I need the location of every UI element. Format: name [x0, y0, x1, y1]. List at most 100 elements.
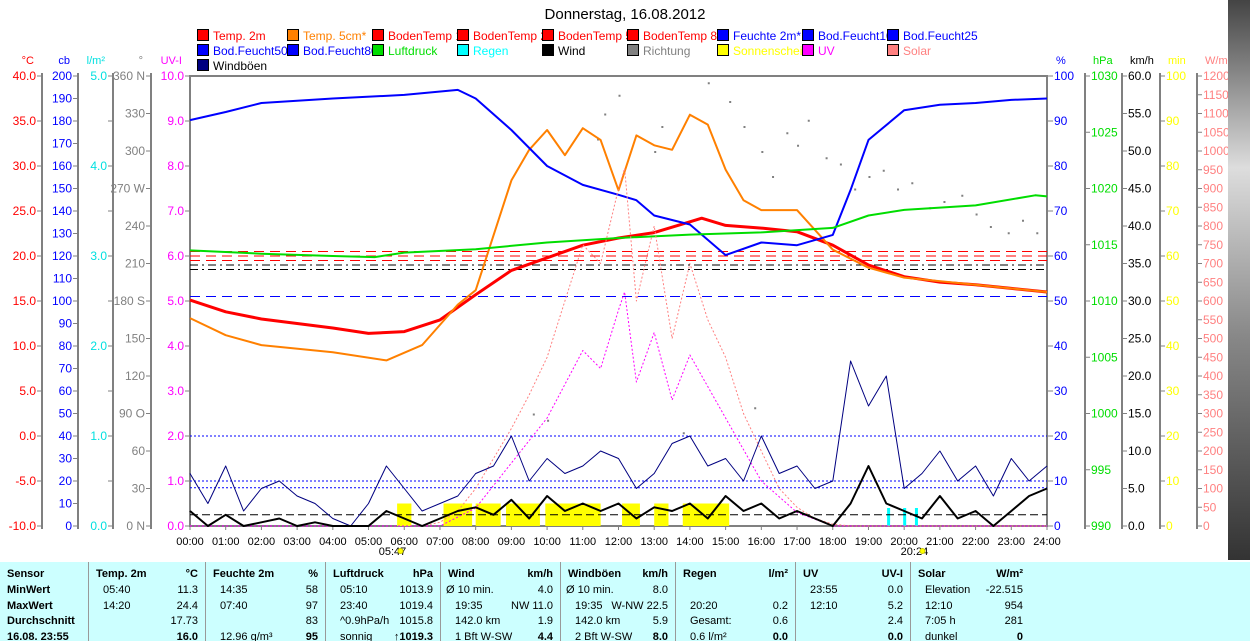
axis-tick-label: 360 N	[113, 69, 145, 83]
legend-item[interactable]: Sonnenschein	[717, 44, 809, 58]
direction-point	[654, 151, 657, 153]
table-cell: 16.0	[176, 630, 198, 641]
x-tick-label: 04:00	[319, 536, 347, 548]
axis-tick-label: 10.0	[1128, 444, 1152, 458]
legend-item[interactable]: BodenTemp 80	[627, 29, 724, 43]
table-cell: Elevation	[925, 584, 971, 596]
legend-swatch-icon	[802, 29, 814, 41]
axis-tick-label: 1.0	[167, 474, 184, 488]
summary-table: Sensor MinWert MaxWert Durchschnitt 16.08. 2…	[0, 562, 1250, 641]
legend-item[interactable]: Bod.Feucht10	[802, 29, 893, 43]
axis-tick-label: 1005	[1091, 350, 1118, 364]
axis-tick-label: 60	[1166, 249, 1180, 263]
axis-tick-label: 120	[52, 249, 72, 263]
axis-tick-label: 3.0	[167, 384, 184, 398]
axis-tick-label: 1200	[1203, 69, 1230, 83]
table-cell: 0.0	[887, 584, 903, 596]
legend-item[interactable]: UV	[802, 44, 835, 58]
axis-tick-label: 240	[125, 219, 145, 233]
axis-tick-label: 70	[59, 362, 73, 376]
table-cell: Luftdruck	[333, 568, 384, 580]
axis-tick-label: 60.0	[1128, 69, 1152, 83]
legend-item[interactable]: Temp. 2m	[197, 29, 266, 43]
legend-swatch-icon	[197, 59, 209, 71]
direction-point	[743, 126, 746, 128]
table-cell: 19:35	[455, 599, 483, 612]
legend-item[interactable]: Temp. 5cm*	[287, 29, 366, 43]
legend-item[interactable]: Windböen	[197, 59, 267, 73]
axis-tick-label: 600	[1203, 294, 1223, 308]
legend-item[interactable]: Bod.Feucht25	[887, 29, 978, 43]
table-cell: Ø 10 min.	[566, 584, 614, 596]
legend-item[interactable]: Luftdruck	[372, 44, 437, 58]
axis-tick-label: 90	[59, 317, 73, 331]
x-tick-label: 14:00	[676, 536, 704, 548]
legend-item[interactable]: Feuchte 2m*	[717, 29, 801, 43]
x-tick-label: 24:00	[1033, 536, 1061, 548]
legend-item[interactable]: Richtung	[627, 44, 690, 58]
table-cell: 05:40	[103, 584, 131, 596]
axis-tick-label: 0.0	[19, 429, 36, 443]
table-cell: hPa	[412, 568, 433, 580]
legend-swatch-icon	[372, 29, 384, 41]
table-cell: 1.9	[537, 615, 553, 627]
axis-unit-label: °	[139, 55, 143, 67]
table-cell: 954	[1004, 599, 1023, 612]
axis-tick-label: -10.0	[9, 519, 37, 533]
axis-tick-label: 30.0	[1128, 294, 1152, 308]
legend-label: Richtung	[643, 44, 691, 58]
legend-item[interactable]: BodenTemp 10	[372, 29, 469, 43]
axis-tick-label: 190	[52, 92, 72, 106]
axis-tick-label: 90 O	[119, 407, 145, 421]
legend-item[interactable]: BodenTemp 50	[542, 29, 639, 43]
direction-point	[825, 157, 828, 160]
table-cell: MaxWert	[7, 599, 53, 612]
axis-tick-label: 1000	[1203, 144, 1230, 158]
legend-item[interactable]: Wind	[542, 44, 585, 58]
axis-tick-label: 10	[1054, 474, 1068, 488]
x-tick-label: 07:00	[426, 536, 454, 548]
axis-tick-label: 0	[1054, 519, 1061, 533]
axis-tick-label: 10.0	[161, 69, 185, 83]
axis-lm: l/m² 5.0 4.0 3.0 2.0 1.0 0.0	[87, 55, 114, 533]
axis-tick-label: 45.0	[1128, 182, 1152, 196]
legend-label: Bod.Feucht80	[303, 44, 378, 58]
axis-min: min1009080706050403020100	[1159, 55, 1186, 533]
axis-: %1009080706050403020100	[1048, 55, 1074, 533]
axis-tick-label: 40	[59, 429, 73, 443]
axis-tick-label: 90	[1166, 114, 1180, 128]
axis-tick-label: 990	[1091, 519, 1111, 533]
axis-tick-label: 140	[52, 204, 72, 218]
chart-title: Donnerstag, 16.08.2012	[544, 6, 706, 23]
axis-tick-label: 1000	[1091, 407, 1118, 421]
legend-label: Bod.Feucht25	[903, 29, 978, 43]
table-cell: 14:35	[220, 584, 248, 596]
direction-point	[786, 132, 789, 135]
legend-swatch-icon	[287, 44, 299, 56]
axis-tick-label: 20.0	[1128, 369, 1152, 383]
axis-unit-label: %	[1056, 55, 1066, 67]
axis-tick-label: 0	[65, 519, 72, 533]
table-cell: 58	[305, 584, 318, 596]
axis-unit-label: cb	[58, 55, 70, 67]
x-tick-label: 02:00	[248, 536, 276, 548]
x-tick-label: 08:00	[462, 536, 490, 548]
table-cell: Wind	[448, 568, 475, 580]
legend-item[interactable]: BodenTemp 25	[457, 29, 554, 43]
table-cell: MinWert	[7, 584, 51, 596]
legend-swatch-icon	[457, 44, 469, 56]
axis-tick-label: 180 S	[114, 294, 145, 308]
x-tick-label: 19:00	[855, 536, 883, 548]
legend-item[interactable]: Regen	[457, 44, 508, 58]
axis-kmh: km/h 60.0 55.0 50.0 45.0 40.0 35.0 30.0 25.0 20.0…	[1121, 55, 1154, 533]
legend-item[interactable]: Bod.Feucht80	[287, 44, 378, 58]
axis-tick-label: 15.0	[1128, 407, 1152, 421]
axis-tick-label: 850	[1203, 200, 1223, 214]
direction-point	[839, 163, 842, 166]
legend-item[interactable]: Bod.Feucht50	[197, 44, 288, 58]
axis-tick-label: 4.0	[167, 339, 184, 353]
legend-label: Bod.Feucht10	[818, 29, 893, 43]
legend-item[interactable]: Solar	[887, 44, 931, 58]
table-column: Feuchte 2m% 14:35 58 07:40 97 83 12.96 g/m³ 95	[205, 562, 326, 641]
table-cell: l/m²	[768, 568, 788, 580]
